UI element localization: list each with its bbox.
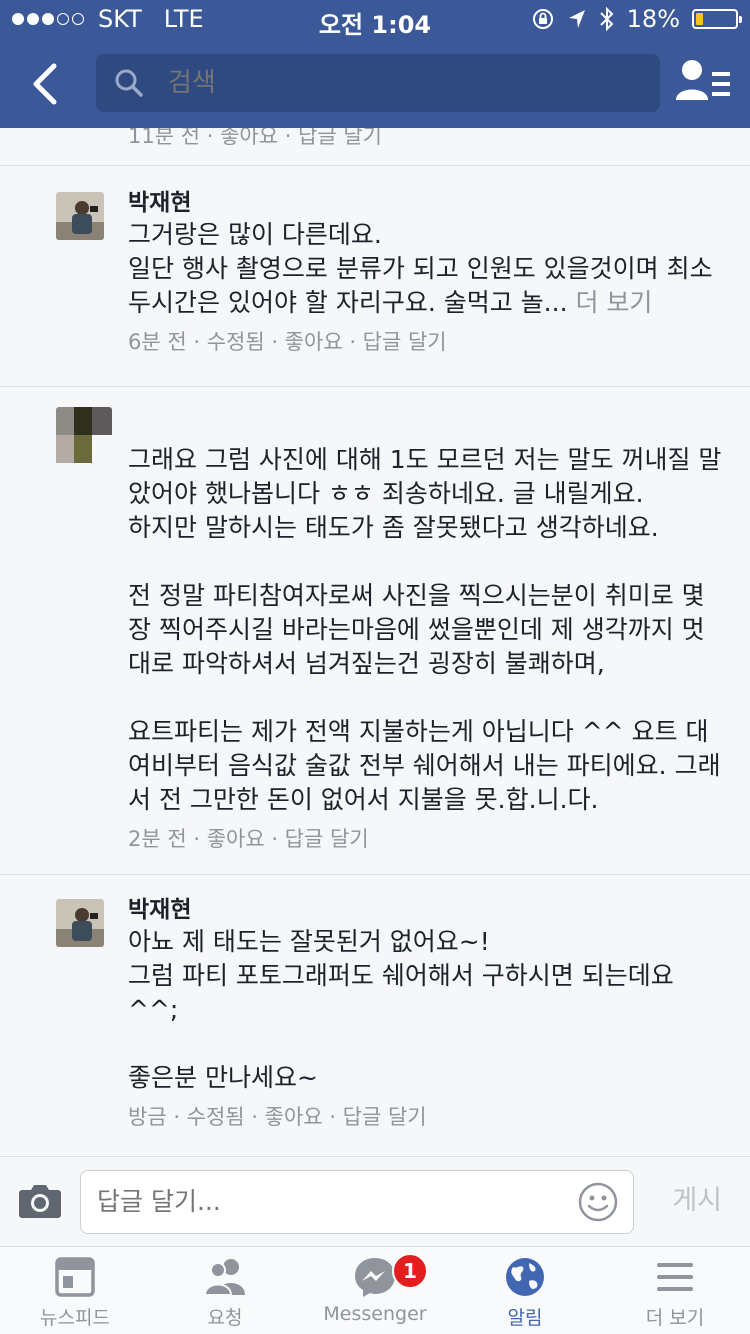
comment-feed[interactable]: 11분 전 · 좋아요 · 답글 달기 박재현 그거랑은 많이 다른데요. 일단… (0, 128, 750, 1156)
avatar[interactable] (56, 407, 112, 469)
notification-badge: 1 (392, 1253, 428, 1289)
tab-requests[interactable]: 요청 (150, 1247, 300, 1334)
camera-button[interactable] (18, 1181, 62, 1219)
see-more-link[interactable]: 더 보기 (575, 288, 652, 317)
bottom-tab-bar: 뉴스피드 요청 1 Messenger 알림 더 보기 (0, 1246, 750, 1334)
bluetooth-icon (599, 6, 614, 32)
chevron-left-icon (33, 63, 57, 105)
comment-meta[interactable]: 방금 · 수정됨 · 좋아요 · 답글 달기 (128, 1103, 726, 1131)
tab-messenger[interactable]: 1 Messenger (300, 1247, 450, 1334)
comment-item: 박재현 아뇨 제 태도는 잘못된거 없어요~! 그럼 파티 포토그래퍼도 쉐어해… (0, 875, 750, 1156)
messenger-icon (355, 1258, 395, 1297)
tab-label: 요청 (207, 1307, 243, 1329)
comment-item: 박재현 그거랑은 많이 다른데요. 일단 행사 촬영으로 분류가 되고 인원도 … (0, 168, 750, 387)
tab-more[interactable]: 더 보기 (600, 1247, 750, 1334)
comment-text: 아뇨 제 태도는 잘못된거 없어요~! 그럼 파티 포토그래퍼도 쉐어해서 구하… (128, 927, 674, 1092)
location-arrow-icon (568, 10, 585, 28)
smiley-icon (578, 1182, 618, 1222)
tab-label: 알림 (507, 1307, 543, 1329)
comment-text: 그래요 그럼 사진에 대해 1도 모르던 저는 말도 꺼내질 말았어야 했나봅니… (128, 445, 722, 814)
top-header: SKT LTE 오전 1:04 18% (0, 0, 750, 128)
search-input[interactable] (168, 54, 628, 112)
camera-icon (19, 1185, 61, 1218)
comment-text: 그거랑은 많이 다른데요. 일단 행사 촬영으로 분류가 되고 인원도 있을것이… (128, 218, 726, 320)
friends-list-button[interactable] (674, 56, 734, 108)
comment-item: 그래요 그럼 사진에 대해 1도 모르던 저는 말도 꺼내질 말았어야 했나봅니… (0, 387, 750, 875)
avatar[interactable] (56, 192, 104, 240)
commenter-name[interactable]: 박재현 (128, 188, 726, 218)
tab-label: Messenger (323, 1303, 427, 1325)
back-button[interactable] (18, 56, 74, 112)
comment-meta[interactable]: 6분 전 · 수정됨 · 좋아요 · 답글 달기 (128, 328, 726, 356)
reply-input[interactable] (97, 1171, 567, 1233)
friend-requests-icon (203, 1259, 245, 1296)
comment-item: 11분 전 · 좋아요 · 답글 달기 (0, 128, 750, 166)
orientation-lock-icon (532, 9, 553, 29)
comment-meta: 11분 전 · 좋아요 · 답글 달기 (128, 128, 383, 148)
sticker-button[interactable] (577, 1181, 619, 1223)
battery-icon (692, 9, 742, 29)
status-bar: SKT LTE 오전 1:04 18% (0, 0, 750, 40)
reply-composer: 게시 (0, 1156, 750, 1246)
search-icon (115, 69, 143, 97)
avatar[interactable] (56, 899, 104, 947)
comment-meta[interactable]: 2분 전 · 좋아요 · 답글 달기 (128, 825, 726, 853)
battery-percent: 18% (626, 5, 680, 33)
tab-label: 더 보기 (645, 1307, 705, 1329)
search-bar[interactable] (96, 54, 660, 112)
post-button[interactable]: 게시 (672, 1181, 722, 1221)
reply-field[interactable] (80, 1170, 634, 1234)
tab-newsfeed[interactable]: 뉴스피드 (0, 1247, 150, 1334)
tab-label: 뉴스피드 (40, 1307, 110, 1329)
friends-list-icon (676, 60, 730, 100)
globe-icon (506, 1258, 544, 1296)
commenter-name[interactable]: 박재현 (128, 895, 726, 925)
menu-icon (657, 1263, 693, 1291)
tab-notifications[interactable]: 알림 (450, 1247, 600, 1334)
newsfeed-icon (55, 1257, 95, 1297)
